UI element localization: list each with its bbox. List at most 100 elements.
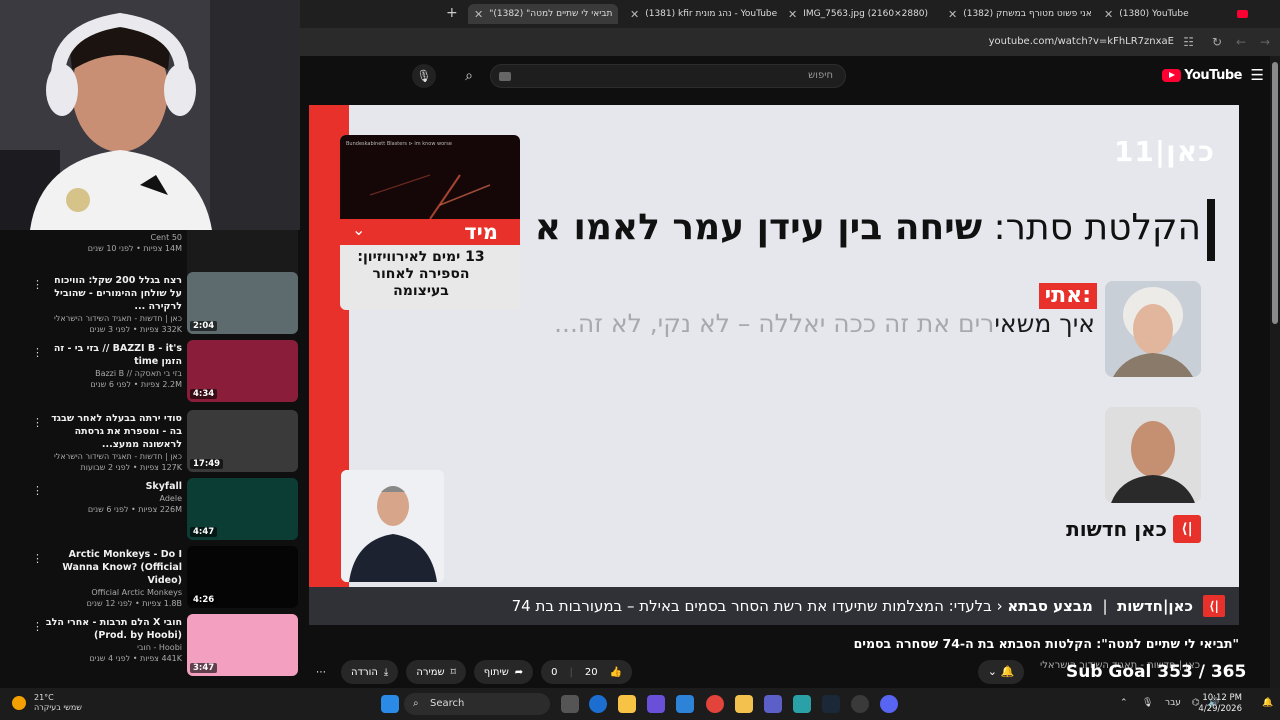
- menu-icon[interactable]: ☰: [1251, 66, 1264, 84]
- channel-name[interactable]: כאן | חדשות - תאגיד השידור הישראלי: [44, 451, 182, 462]
- channel-name[interactable]: Hoobi - חובי: [44, 642, 182, 653]
- video-thumbnail[interactable]: 4:34: [187, 340, 298, 402]
- close-tab-icon[interactable]: ✕: [788, 8, 797, 21]
- forward-icon[interactable]: →: [1260, 35, 1270, 49]
- browser-tab[interactable]: ✕ "תביאי לי שתיים למטה" (1382): [468, 4, 618, 24]
- video-duration: 4:47: [190, 527, 218, 537]
- chevron-down-icon[interactable]: ⌄: [352, 220, 365, 239]
- dislike-count[interactable]: 0: [551, 667, 557, 678]
- video-thumbnail[interactable]: 4:26: [187, 546, 298, 608]
- close-tab-icon[interactable]: ✕: [474, 8, 483, 21]
- recommended-video[interactable]: ⋮ סודי ירתה בבעלה לאחר שבגד בה - ומספרת א…: [0, 410, 300, 476]
- youtube-logo[interactable]: YouTube: [1162, 68, 1242, 83]
- video-player[interactable]: כאן|11 הקלטת סתר: שיחה בין עידן עמר לאמו…: [309, 105, 1239, 625]
- more-options-icon[interactable]: ⋮: [32, 416, 43, 429]
- recommended-video[interactable]: ⋮ Arctic Monkeys - Do I Wanna Know? (Offi…: [0, 546, 300, 612]
- sub-goal-overlay: Sub Goal 353 / 365: [1066, 662, 1247, 682]
- language-indicator[interactable]: עבר: [1165, 698, 1181, 708]
- like-dislike-group[interactable]: 0 | 20 👍: [541, 660, 633, 684]
- more-options-icon[interactable]: ⋯: [309, 660, 333, 684]
- more-options-icon[interactable]: ⋮: [32, 278, 43, 291]
- video-title[interactable]: רצח בגלל 200 שקל: הוויכוח על שולחן ההימו…: [44, 274, 182, 313]
- more-options-icon[interactable]: ⋮: [32, 620, 43, 633]
- clock[interactable]: 10:12 PM 4/29/2026: [1198, 693, 1242, 715]
- browser-tab[interactable]: ✕ (1380) YouTube: [1104, 4, 1254, 24]
- notification-bell-button[interactable]: ⌄ 🔔: [978, 660, 1024, 684]
- steam-icon[interactable]: [822, 695, 840, 713]
- channel-name[interactable]: כאן | חדשות - תאגיד השידור הישראלי: [44, 313, 182, 324]
- channel-name[interactable]: בזי בי תאסקה // Bazzi B: [44, 368, 182, 379]
- save-button[interactable]: שמירה ⌑: [406, 660, 466, 684]
- video-meta: 127K צפיות • לפני 2 שבועות: [80, 463, 182, 472]
- quote-text: איך משאירים את זה ככה יאללה – לא נקי, לא…: [554, 309, 1095, 338]
- search-input[interactable]: חיפוש: [490, 64, 846, 88]
- settings-gear-icon[interactable]: [851, 695, 869, 713]
- teams-icon[interactable]: [764, 695, 782, 713]
- address-bar[interactable]: youtube.com/watch?v=kFhLR7znxaE ☷ ↻ ← →: [300, 28, 1280, 56]
- voice-search-icon[interactable]: 🎙: [412, 64, 436, 88]
- microsoft365-icon[interactable]: [676, 695, 694, 713]
- recommended-video[interactable]: ⋮ חובי X הלם תרבות - אחרי הלב (Prod. by H…: [0, 614, 300, 680]
- chevron-up-icon[interactable]: ⌃: [1120, 698, 1128, 708]
- close-tab-icon[interactable]: ✕: [948, 8, 957, 21]
- video-duration: 2:04: [190, 321, 218, 331]
- kan-news-brand: כאן חדשות ⟨|: [1066, 515, 1201, 543]
- video-thumbnail[interactable]: 17:49: [187, 410, 298, 472]
- page-scrollbar[interactable]: [1270, 56, 1280, 688]
- recommended-video[interactable]: ⋮ BAZZI B - it's // בזי בי - זה הזמן time…: [0, 340, 300, 406]
- edge-icon[interactable]: [589, 695, 607, 713]
- browser-tab[interactable]: ✕ (1382) אני פשוט מטורף במשחק: [948, 4, 1098, 24]
- file-explorer-icon[interactable]: [735, 695, 753, 713]
- video-duration: 4:34: [190, 389, 218, 399]
- video-title[interactable]: Skyfall: [44, 480, 182, 493]
- browser-tab[interactable]: ✕ (1381) kfir נהג מונית - YouTube: [630, 4, 778, 24]
- video-title[interactable]: סודי ירתה בבעלה לאחר שבגד בה - ומספרת את…: [44, 412, 182, 451]
- video-duration: 3:47: [190, 663, 218, 673]
- new-tab-button[interactable]: +: [446, 5, 458, 21]
- weather-widget[interactable]: 21°C שמשי בעיקרה: [12, 693, 82, 713]
- scrollbar-thumb[interactable]: [1272, 62, 1278, 324]
- recommended-video[interactable]: ⋮ Skyfall Adele 226M צפיות • לפני 6 שנים 4:4…: [0, 478, 300, 544]
- share-button[interactable]: שיתוף ➦: [473, 660, 534, 684]
- taskbar-search[interactable]: ⌕ Search: [404, 693, 550, 715]
- man-photo: [1105, 407, 1201, 503]
- more-options-icon[interactable]: ⋮: [32, 552, 43, 565]
- copilot-icon[interactable]: [647, 695, 665, 713]
- more-options-icon[interactable]: ⋮: [32, 484, 43, 497]
- app-icon[interactable]: [793, 695, 811, 713]
- channel-name[interactable]: Official Arctic Monkeys: [44, 587, 182, 598]
- windows-start-icon[interactable]: [381, 695, 399, 713]
- back-icon[interactable]: ←: [1236, 35, 1246, 49]
- video-title: "תביאי לי שתיים למטה": הקלטות הסבתא בת ה…: [853, 636, 1239, 651]
- browser-tab[interactable]: ✕ IMG_7563.jpg (2160×2880) ◍: [788, 4, 938, 24]
- video-title[interactable]: Arctic Monkeys - Do I Wanna Know? (Offic…: [44, 548, 182, 587]
- channel-name[interactable]: 50 Cent: [44, 232, 182, 243]
- thumbs-up-icon[interactable]: 👍: [610, 667, 622, 678]
- download-button[interactable]: הורדה ⤓: [341, 660, 399, 684]
- like-count[interactable]: 20: [585, 667, 598, 678]
- more-options-icon[interactable]: ⋮: [32, 346, 43, 359]
- video-thumbnail[interactable]: 4:47: [187, 478, 298, 540]
- video-thumbnail[interactable]: 2:04: [187, 272, 298, 334]
- task-view-icon[interactable]: [561, 695, 579, 713]
- discord-icon[interactable]: [880, 695, 898, 713]
- store-icon[interactable]: [618, 695, 636, 713]
- video-thumbnail[interactable]: 3:47: [187, 614, 298, 676]
- chrome-icon[interactable]: [706, 695, 724, 713]
- search-icon[interactable]: ⌕: [454, 64, 484, 88]
- microphone-icon[interactable]: 🎙: [1142, 698, 1153, 708]
- close-tab-icon[interactable]: ✕: [1104, 8, 1113, 21]
- recommended-video[interactable]: ⋮ רצח בגלל 200 שקל: הוויכוח על שולחן ההימ…: [0, 272, 300, 338]
- reload-icon[interactable]: ↻: [1212, 35, 1222, 49]
- video-title[interactable]: חובי X הלם תרבות - אחרי הלב (Prod. by Ho…: [44, 616, 182, 642]
- keyboard-icon[interactable]: [499, 72, 511, 81]
- headline-rule: [1207, 199, 1215, 261]
- video-title[interactable]: BAZZI B - it's // בזי בי - זה הזמן time: [44, 342, 182, 368]
- close-tab-icon[interactable]: ✕: [630, 8, 639, 21]
- site-settings-icon[interactable]: ☷: [1183, 35, 1194, 49]
- kan-logo-icon: ⟨|: [1173, 515, 1201, 543]
- notifications-icon[interactable]: 🔔: [1262, 698, 1273, 708]
- picture-in-picture-promo[interactable]: Bundeskabinett Blasters ⊳ im know worse …: [340, 135, 520, 310]
- url-text[interactable]: youtube.com/watch?v=kFhLR7znxaE: [989, 36, 1174, 47]
- channel-name[interactable]: Adele: [44, 493, 182, 504]
